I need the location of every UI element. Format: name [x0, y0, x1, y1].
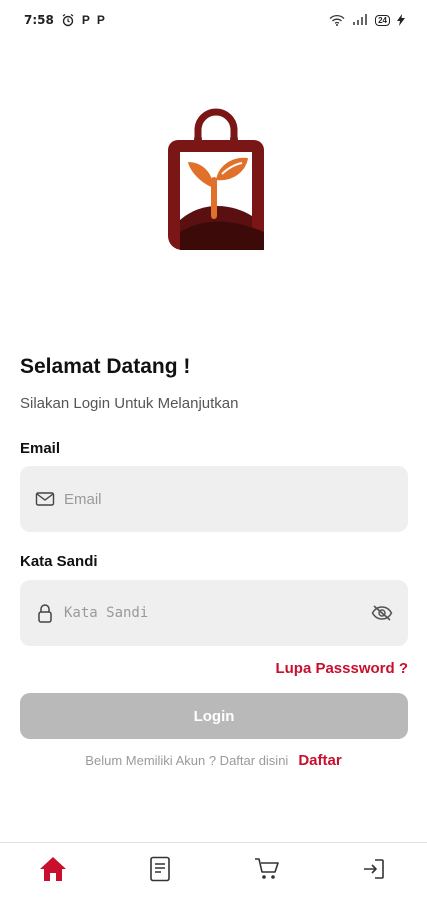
charging-icon: [397, 14, 405, 26]
register-prompt: Belum Memiliki Akun ? Daftar disini: [85, 753, 289, 768]
alarm-icon: [61, 13, 75, 27]
password-field-container[interactable]: [20, 580, 408, 646]
password-label: Kata Sandi: [20, 553, 98, 570]
app-logo: [158, 108, 274, 258]
status-left: 7:58 P P: [24, 13, 105, 27]
login-icon: [362, 857, 386, 886]
status-right: 24: [329, 14, 405, 26]
welcome-subtitle: Silakan Login Untuk Melanjutkan: [20, 395, 239, 412]
bottom-nav: [0, 842, 427, 900]
lock-icon: [34, 602, 56, 624]
nav-item-cart[interactable]: [247, 852, 287, 892]
nav-item-orders[interactable]: [140, 852, 180, 892]
email-input[interactable]: [64, 490, 394, 508]
signal-icon: [352, 14, 368, 26]
notification-p-icon: P: [81, 13, 90, 27]
status-bar: 7:58 P P 24: [0, 0, 427, 40]
battery-icon: 24: [375, 14, 390, 26]
mail-icon: [34, 488, 56, 510]
email-label: Email: [20, 440, 61, 457]
status-time: 7:58: [24, 13, 54, 27]
nav-item-home[interactable]: [33, 852, 73, 892]
nav-item-login[interactable]: [354, 852, 394, 892]
login-button[interactable]: Login: [20, 693, 408, 739]
register-link[interactable]: Daftar: [298, 752, 341, 769]
wifi-icon: [329, 14, 345, 26]
password-input[interactable]: [64, 605, 370, 621]
notification-p-icon: P: [96, 13, 105, 27]
eye-off-icon[interactable]: [370, 601, 394, 625]
welcome-title: Selamat Datang !: [20, 355, 191, 378]
cart-icon: [254, 857, 280, 886]
home-icon: [39, 856, 67, 887]
document-icon: [149, 856, 171, 887]
forgot-password-link[interactable]: Lupa Passsword ?: [275, 660, 408, 677]
email-field-container[interactable]: [20, 466, 408, 532]
register-row: Belum Memiliki Akun ? Daftar disini Daft…: [0, 752, 427, 769]
